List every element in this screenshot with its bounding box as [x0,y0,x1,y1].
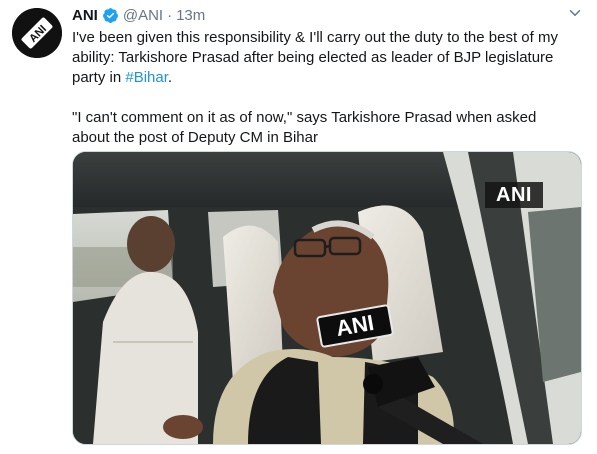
ani-watermark: ANI [485,182,543,208]
tweet[interactable]: ANI ANI @ANI · 13m I've been given this … [0,0,597,454]
hashtag-link[interactable]: #Bihar [125,69,168,86]
timestamp[interactable]: 13m [176,7,205,24]
chevron-down-icon[interactable] [566,4,584,22]
tweet-header: ANI @ANI · 13m [72,5,205,25]
ani-logo: ANI [12,8,62,58]
tweet-paragraph-2: "I can't comment on it as of now," says … [72,109,537,146]
author-name[interactable]: ANI [72,7,98,24]
tweet-paragraph-1: I've been given this responsibility & I'… [72,29,558,86]
separator: · [167,6,173,24]
tweet-text: I've been given this responsibility & I'… [72,28,577,148]
author-handle[interactable]: @ANI [123,7,163,24]
verified-badge-icon [102,7,119,24]
avatar[interactable]: ANI [12,8,62,58]
